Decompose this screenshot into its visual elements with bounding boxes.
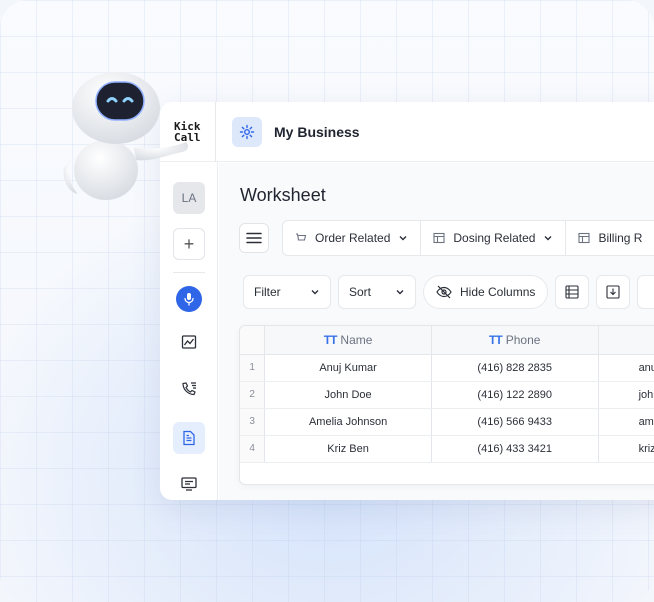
row-index: 3 (240, 408, 266, 436)
business-name[interactable]: My Business (274, 124, 360, 140)
screen-icon[interactable] (173, 468, 205, 500)
extra-column-header[interactable] (598, 326, 654, 355)
name-cell[interactable]: John Doe (264, 381, 432, 409)
extra-cell[interactable]: am (598, 408, 654, 436)
chart-icon[interactable] (173, 326, 205, 358)
index-header (240, 326, 266, 355)
document-icon[interactable] (173, 422, 205, 454)
extra-cell[interactable]: anu (598, 354, 654, 382)
row-index: 1 (240, 354, 266, 382)
tab-label: Order Related (315, 231, 391, 245)
list-icon[interactable] (555, 275, 590, 309)
main-panel: Worksheet Order Related Dosing Related B… (219, 163, 654, 500)
phone-list-icon[interactable] (173, 373, 205, 405)
tab-order-related[interactable]: Order Related (283, 221, 422, 255)
name-cell[interactable]: Kriz Ben (264, 435, 432, 463)
phone-cell[interactable]: (416) 433 3421 (431, 435, 599, 463)
eye-off-icon (436, 285, 452, 299)
extra-cell[interactable]: kriz (598, 435, 654, 463)
table-row[interactable]: 3 Amelia Johnson (416) 566 9433 am (240, 408, 654, 436)
header-label: Phone (505, 332, 541, 347)
filter-label: Filter (254, 285, 281, 299)
sidebar-divider (173, 272, 205, 273)
phone-cell[interactable]: (416) 122 2890 (431, 381, 599, 409)
table-icon (578, 232, 590, 244)
toolbar: Filter Sort Hide Columns (243, 275, 654, 309)
tab-group: Order Related Dosing Related Billing R (282, 220, 654, 256)
table-icon (433, 232, 445, 244)
chevron-down-icon (396, 290, 404, 295)
name-cell[interactable]: Amelia Johnson (264, 408, 432, 436)
page-title: Worksheet (240, 185, 326, 205)
chevron-down-icon (544, 236, 552, 241)
table-row[interactable]: 2 John Doe (416) 122 2890 joh (240, 381, 654, 409)
extra-cell[interactable]: joh (598, 381, 654, 409)
filter-dropdown[interactable]: Filter (243, 275, 331, 309)
data-table: TT Name TT Phone 1 Anuj Kumar (416) 828 28… (239, 325, 654, 485)
tab-label: Billing R (598, 231, 643, 245)
more-tools-button[interactable] (637, 275, 654, 309)
mic-icon[interactable] (176, 286, 202, 312)
cart-icon (296, 233, 307, 241)
name-cell[interactable]: Anuj Kumar (264, 354, 432, 382)
robot-mascot (63, 72, 189, 200)
phone-cell[interactable]: (416) 828 2835 (431, 354, 599, 382)
top-bar: Kick Call My Business (160, 102, 654, 162)
gear-icon[interactable] (232, 116, 262, 147)
row-index: 2 (240, 381, 266, 409)
table-header-row: TT Name TT Phone (240, 326, 654, 355)
tab-billing-related[interactable]: Billing R (566, 221, 654, 255)
name-column-header[interactable]: TT Name (264, 326, 432, 355)
text-type-icon: TT (323, 332, 338, 347)
tab-dosing-related[interactable]: Dosing Related (421, 221, 567, 255)
phone-column-header[interactable]: TT Phone (431, 326, 599, 355)
row-index: 4 (240, 435, 266, 463)
sidebar: LA + (160, 162, 218, 500)
table-row[interactable]: 4 Kriz Ben (416) 433 3421 kriz (240, 435, 654, 463)
chevron-down-icon (311, 290, 319, 295)
header-label: Name (340, 332, 373, 347)
sort-dropdown[interactable]: Sort (338, 275, 416, 309)
chevron-down-icon (399, 236, 407, 241)
text-type-icon: TT (489, 332, 503, 347)
app-window: Kick Call My Business LA + Worksheet Ord… (160, 102, 654, 500)
phone-cell[interactable]: (416) 566 9433 (431, 408, 599, 436)
hide-columns-button[interactable]: Hide Columns (423, 275, 549, 309)
table-row[interactable]: 1 Anuj Kumar (416) 828 2835 anu (240, 354, 654, 382)
hide-columns-label: Hide Columns (460, 285, 536, 299)
add-button[interactable]: + (173, 228, 205, 260)
download-icon[interactable] (596, 275, 631, 309)
menu-icon[interactable] (239, 223, 269, 253)
tab-label: Dosing Related (453, 231, 536, 245)
sort-label: Sort (349, 285, 372, 299)
sheet-tabs-row: Order Related Dosing Related Billing R (239, 220, 654, 256)
